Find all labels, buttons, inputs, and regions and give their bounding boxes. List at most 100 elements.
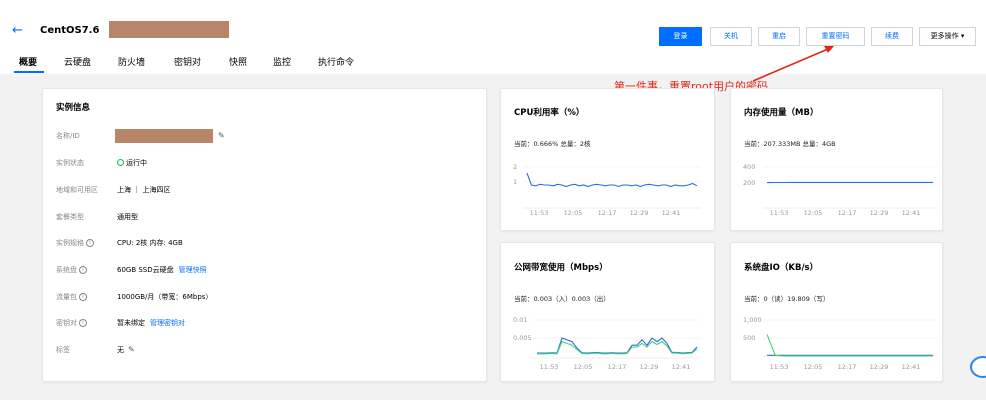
y-tick-label: 500 (743, 334, 755, 342)
tab-snapshot[interactable]: 快照 (229, 56, 247, 70)
info-label-text: 实例规格 (56, 239, 84, 247)
x-tick-label: 11:53 (770, 363, 789, 371)
instance-info-title: 实例信息 (56, 103, 91, 113)
x-tick-label: 11:53 (530, 209, 549, 217)
info-value: 1000GB/月（带宽：6Mbps） (117, 293, 213, 301)
masked-instance-id (115, 129, 213, 143)
y-tick-label: 1 (513, 178, 517, 186)
pencil-icon[interactable]: ✎ (218, 131, 225, 140)
info-label: 地域和可用区 (56, 186, 98, 194)
info-circle-icon[interactable]: i (86, 239, 94, 247)
running-status-icon (117, 159, 124, 166)
y-tick-label: 2 (513, 163, 517, 171)
more-actions-dropdown[interactable]: 更多操作 ▾ (919, 27, 976, 46)
disk-text: 60GB SSD云硬盘 (117, 266, 174, 274)
cpu-usage-chart: 2 1 11:53 12:05 12:17 12:29 12:41 (513, 163, 701, 217)
y-tick-label: 0.01 (513, 316, 527, 324)
info-label-text: 密钥对 (56, 319, 77, 327)
tags-text: 无 (117, 346, 124, 354)
floating-help-button[interactable] (970, 356, 986, 378)
y-tick-label: 400 (743, 163, 755, 171)
masked-instance-name (109, 21, 229, 38)
series-line-0 (537, 337, 698, 354)
info-label: 密钥对 i (56, 318, 87, 328)
status-text: 运行中 (126, 159, 147, 167)
renew-button[interactable]: 续费 (871, 27, 913, 46)
info-label: 实例规格 i (56, 238, 94, 248)
tab-key-pair[interactable]: 密钥对 (174, 56, 201, 70)
x-tick-label: 12:29 (870, 363, 889, 371)
status-badge: 运行中 (117, 158, 147, 168)
cpu-usage-current: 当前：0.666% 总量：2核 (514, 140, 591, 148)
y-tick-label: 200 (743, 179, 755, 187)
tab-run-command[interactable]: 执行命令 (318, 56, 354, 70)
bandwidth-usage-chart: 0.01 0.005 11:53 12:05 12:17 12:29 12:41 (513, 316, 701, 371)
cpu-usage-title: CPU利用率（%） (514, 108, 585, 118)
disk-io-title: 系统盘IO（KB/s） (744, 263, 819, 273)
x-tick-label: 12:05 (574, 363, 593, 371)
x-tick-label: 12:29 (630, 209, 649, 217)
info-circle-icon[interactable]: i (79, 266, 87, 274)
x-tick-label: 12:17 (598, 209, 617, 217)
x-tick-label: 12:41 (902, 363, 921, 371)
series-line-1 (766, 334, 933, 357)
info-value: 上海 ｜ 上海四区 (117, 186, 171, 194)
memory-usage-title: 内存使用量（MB） (744, 108, 819, 118)
memory-usage-chart: 400 200 11:53 12:05 12:17 12:29 12:41 (743, 163, 937, 217)
info-circle-icon[interactable]: i (79, 319, 87, 327)
restart-button[interactable]: 重启 (758, 27, 800, 46)
x-tick-label: 12:41 (662, 209, 681, 217)
page-title: CentOS7.6 (40, 25, 100, 36)
x-tick-label: 11:53 (540, 363, 559, 371)
info-label: 实例状态 (56, 159, 84, 167)
instance-info-card: 实例信息 名称/ID ✎ 实例状态 运行中 地域和可用区 上海 ｜ 上海四区 套… (42, 88, 487, 382)
tab-firewall[interactable]: 防火墙 (118, 56, 145, 70)
info-label: 名称/ID (56, 132, 80, 140)
info-label: 流量包 i (56, 292, 87, 302)
manage-snapshot-link[interactable]: 管理快照 (179, 266, 207, 274)
memory-usage-card: 内存使用量（MB） 当前：207.333MB 总量：4GB 400 200 11:5… (730, 88, 943, 231)
tab-cloud-disk[interactable]: 云硬盘 (64, 56, 91, 70)
shutdown-button[interactable]: 关机 (710, 27, 752, 46)
x-tick-label: 12:17 (838, 363, 857, 371)
info-label: 系统盘 i (56, 265, 87, 275)
info-label: 标签 (56, 346, 70, 354)
key-pair-text: 暂未绑定 (117, 319, 145, 327)
x-tick-label: 12:05 (564, 209, 583, 217)
y-tick-label: 1,000 (743, 316, 762, 324)
x-tick-label: 11:53 (770, 209, 789, 217)
login-button[interactable]: 登录 (659, 27, 702, 46)
info-value: 暂未绑定 管理密钥对 (117, 318, 185, 328)
x-tick-label: 12:05 (804, 363, 823, 371)
x-tick-label: 12:17 (608, 363, 627, 371)
series-line-0 (526, 172, 698, 188)
memory-usage-current: 当前：207.333MB 总量：4GB (744, 140, 836, 148)
top-bar: ← CentOS7.6 登录 关机 重启 重置密码 续费 更多操作 ▾ 概要 云… (0, 0, 986, 74)
x-tick-label: 12:17 (838, 209, 857, 217)
info-value: 无 ✎ (117, 345, 135, 355)
x-tick-label: 12:41 (672, 363, 691, 371)
bandwidth-usage-title: 公网带宽使用（Mbps） (514, 263, 608, 273)
tab-overview[interactable]: 概要 (19, 56, 37, 70)
y-tick-label: 0.005 (513, 334, 532, 342)
info-circle-icon[interactable]: i (79, 293, 87, 301)
active-tab-indicator (14, 71, 44, 73)
arrow-left-icon[interactable]: ← (12, 24, 23, 38)
tab-monitoring[interactable]: 监控 (273, 56, 291, 70)
disk-io-current: 当前：0（读）19.809（写） (744, 295, 830, 303)
manage-key-pair-link[interactable]: 管理密钥对 (150, 319, 185, 327)
info-label: 套餐类型 (56, 213, 84, 221)
disk-io-chart: 1,000 500 11:53 12:05 12:17 12:29 12:41 (743, 316, 937, 371)
bandwidth-usage-card: 公网带宽使用（Mbps） 当前：0.003（入）0.003（出） 0.01 0.0… (500, 242, 715, 382)
x-tick-label: 12:05 (804, 209, 823, 217)
info-value: 通用型 (117, 213, 138, 221)
info-label-text: 流量包 (56, 293, 77, 301)
x-tick-label: 12:29 (870, 209, 889, 217)
info-value: 60GB SSD云硬盘 管理快照 (117, 265, 207, 275)
reset-password-button[interactable]: 重置密码 (806, 27, 865, 46)
info-value: CPU: 2核 内存: 4GB (117, 239, 183, 247)
info-label-text: 系统盘 (56, 266, 77, 274)
pencil-icon[interactable]: ✎ (128, 345, 135, 355)
cpu-usage-card: CPU利用率（%） 当前：0.666% 总量：2核 2 1 11:53 12:05 12… (500, 88, 715, 231)
x-tick-label: 12:29 (640, 363, 659, 371)
